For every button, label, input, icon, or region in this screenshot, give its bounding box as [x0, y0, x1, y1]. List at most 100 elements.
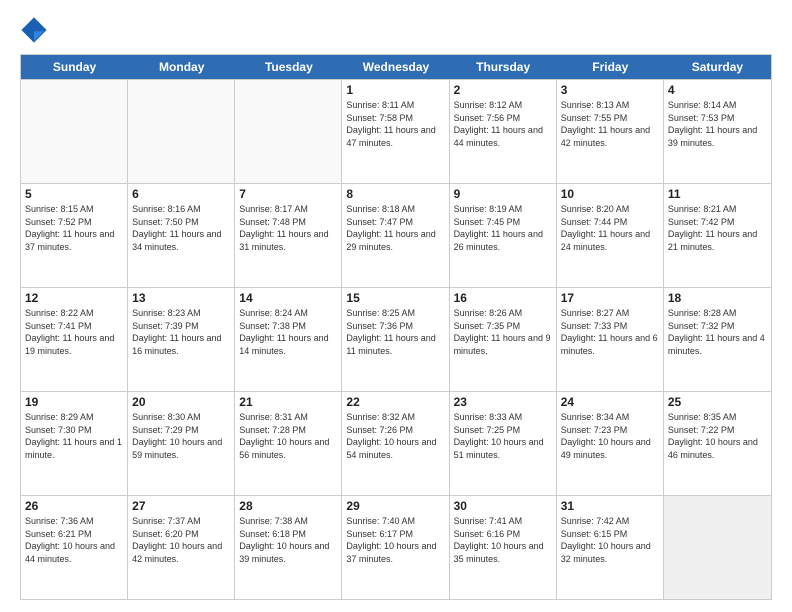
week-row-2: 5 Sunrise: 8:15 AM Sunset: 7:52 PM Daylig… — [21, 183, 771, 287]
day-number: 20 — [132, 395, 230, 409]
day-info: Sunrise: 8:18 AM Sunset: 7:47 PM Dayligh… — [346, 203, 444, 253]
day-cell-9: 9 Sunrise: 8:19 AM Sunset: 7:45 PM Daylig… — [450, 184, 557, 287]
day-info: Sunrise: 8:27 AM Sunset: 7:33 PM Dayligh… — [561, 307, 659, 357]
day-cell-23: 23Sunrise: 8:33 AM Sunset: 7:25 PM Dayli… — [450, 392, 557, 495]
day-cell-12: 12 Sunrise: 8:22 AM Sunset: 7:41 PM Dayli… — [21, 288, 128, 391]
day-number: 16 — [454, 291, 552, 305]
day-cell-3: 3 Sunrise: 8:13 AM Sunset: 7:55 PM Daylig… — [557, 80, 664, 183]
day-number: 9 — [454, 187, 552, 201]
day-info: Sunrise: 7:36 AM Sunset: 6:21 PM Dayligh… — [25, 515, 123, 565]
day-cell-empty-0-0 — [21, 80, 128, 183]
day-info: Sunrise: 7:41 AM Sunset: 6:16 PM Dayligh… — [454, 515, 552, 565]
day-number: 29 — [346, 499, 444, 513]
week-row-1: 1 Sunrise: 8:11 AM Sunset: 7:58 PM Daylig… — [21, 79, 771, 183]
day-number: 10 — [561, 187, 659, 201]
weekday-header-saturday: Saturday — [664, 55, 771, 79]
day-cell-31: 31 Sunrise: 7:42 AM Sunset: 6:15 PM Dayli… — [557, 496, 664, 599]
day-cell-5: 5 Sunrise: 8:15 AM Sunset: 7:52 PM Daylig… — [21, 184, 128, 287]
day-cell-10: 10 Sunrise: 8:20 AM Sunset: 7:44 PM Dayli… — [557, 184, 664, 287]
day-cell-16: 16Sunrise: 8:26 AM Sunset: 7:35 PM Dayli… — [450, 288, 557, 391]
day-info: Sunrise: 8:32 AM Sunset: 7:26 PM Dayligh… — [346, 411, 444, 461]
day-number: 21 — [239, 395, 337, 409]
weekday-header-monday: Monday — [128, 55, 235, 79]
day-cell-28: 28 Sunrise: 7:38 AM Sunset: 6:18 PM Dayli… — [235, 496, 342, 599]
weekday-header-tuesday: Tuesday — [235, 55, 342, 79]
week-row-3: 12 Sunrise: 8:22 AM Sunset: 7:41 PM Dayli… — [21, 287, 771, 391]
day-number: 31 — [561, 499, 659, 513]
day-number: 1 — [346, 83, 444, 97]
day-info: Sunrise: 8:15 AM Sunset: 7:52 PM Dayligh… — [25, 203, 123, 253]
day-number: 26 — [25, 499, 123, 513]
day-number: 2 — [454, 83, 552, 97]
day-info: Sunrise: 8:17 AM Sunset: 7:48 PM Dayligh… — [239, 203, 337, 253]
day-cell-24: 24 Sunrise: 8:34 AM Sunset: 7:23 PM Dayli… — [557, 392, 664, 495]
day-number: 8 — [346, 187, 444, 201]
day-info: Sunrise: 8:30 AM Sunset: 7:29 PM Dayligh… — [132, 411, 230, 461]
week-row-4: 19 Sunrise: 8:29 AM Sunset: 7:30 PM Dayli… — [21, 391, 771, 495]
day-info: Sunrise: 7:40 AM Sunset: 6:17 PM Dayligh… — [346, 515, 444, 565]
day-info: Sunrise: 8:25 AM Sunset: 7:36 PM Dayligh… — [346, 307, 444, 357]
day-info: Sunrise: 8:24 AM Sunset: 7:38 PM Dayligh… — [239, 307, 337, 357]
day-number: 18 — [668, 291, 767, 305]
day-number: 19 — [25, 395, 123, 409]
day-cell-1: 1 Sunrise: 8:11 AM Sunset: 7:58 PM Daylig… — [342, 80, 449, 183]
calendar-header: SundayMondayTuesdayWednesdayThursdayFrid… — [21, 55, 771, 79]
day-info: Sunrise: 8:13 AM Sunset: 7:55 PM Dayligh… — [561, 99, 659, 149]
day-number: 17 — [561, 291, 659, 305]
day-info: Sunrise: 7:42 AM Sunset: 6:15 PM Dayligh… — [561, 515, 659, 565]
day-info: Sunrise: 7:38 AM Sunset: 6:18 PM Dayligh… — [239, 515, 337, 565]
day-cell-29: 29 Sunrise: 7:40 AM Sunset: 6:17 PM Dayli… — [342, 496, 449, 599]
day-info: Sunrise: 8:21 AM Sunset: 7:42 PM Dayligh… — [668, 203, 767, 253]
day-info: Sunrise: 7:37 AM Sunset: 6:20 PM Dayligh… — [132, 515, 230, 565]
day-info: Sunrise: 8:34 AM Sunset: 7:23 PM Dayligh… — [561, 411, 659, 461]
day-info: Sunrise: 8:20 AM Sunset: 7:44 PM Dayligh… — [561, 203, 659, 253]
logo-icon — [20, 16, 48, 44]
day-info: Sunrise: 8:29 AM Sunset: 7:30 PM Dayligh… — [25, 411, 123, 461]
day-cell-22: 22Sunrise: 8:32 AM Sunset: 7:26 PM Dayli… — [342, 392, 449, 495]
day-cell-30: 30 Sunrise: 7:41 AM Sunset: 6:16 PM Dayli… — [450, 496, 557, 599]
day-info: Sunrise: 8:22 AM Sunset: 7:41 PM Dayligh… — [25, 307, 123, 357]
day-number: 12 — [25, 291, 123, 305]
day-cell-empty-0-2 — [235, 80, 342, 183]
day-cell-4: 4Sunrise: 8:14 AM Sunset: 7:53 PM Daylig… — [664, 80, 771, 183]
day-cell-6: 6Sunrise: 8:16 AM Sunset: 7:50 PM Daylig… — [128, 184, 235, 287]
day-info: Sunrise: 8:28 AM Sunset: 7:32 PM Dayligh… — [668, 307, 767, 357]
weekday-header-friday: Friday — [557, 55, 664, 79]
day-number: 3 — [561, 83, 659, 97]
day-number: 13 — [132, 291, 230, 305]
day-cell-2: 2 Sunrise: 8:12 AM Sunset: 7:56 PM Daylig… — [450, 80, 557, 183]
weekday-header-thursday: Thursday — [450, 55, 557, 79]
day-number: 30 — [454, 499, 552, 513]
header — [20, 16, 772, 44]
day-number: 28 — [239, 499, 337, 513]
day-cell-13: 13Sunrise: 8:23 AM Sunset: 7:39 PM Dayli… — [128, 288, 235, 391]
day-number: 11 — [668, 187, 767, 201]
day-cell-19: 19 Sunrise: 8:29 AM Sunset: 7:30 PM Dayli… — [21, 392, 128, 495]
day-cell-26: 26 Sunrise: 7:36 AM Sunset: 6:21 PM Dayli… — [21, 496, 128, 599]
day-cell-empty-0-1 — [128, 80, 235, 183]
day-info: Sunrise: 8:11 AM Sunset: 7:58 PM Dayligh… — [346, 99, 444, 149]
day-number: 7 — [239, 187, 337, 201]
day-number: 25 — [668, 395, 767, 409]
day-cell-18: 18 Sunrise: 8:28 AM Sunset: 7:32 PM Dayli… — [664, 288, 771, 391]
day-cell-17: 17 Sunrise: 8:27 AM Sunset: 7:33 PM Dayli… — [557, 288, 664, 391]
day-cell-7: 7 Sunrise: 8:17 AM Sunset: 7:48 PM Daylig… — [235, 184, 342, 287]
day-number: 5 — [25, 187, 123, 201]
day-number: 14 — [239, 291, 337, 305]
day-cell-14: 14 Sunrise: 8:24 AM Sunset: 7:38 PM Dayli… — [235, 288, 342, 391]
day-number: 24 — [561, 395, 659, 409]
day-info: Sunrise: 8:19 AM Sunset: 7:45 PM Dayligh… — [454, 203, 552, 253]
day-cell-27: 27 Sunrise: 7:37 AM Sunset: 6:20 PM Dayli… — [128, 496, 235, 599]
day-cell-11: 11 Sunrise: 8:21 AM Sunset: 7:42 PM Dayli… — [664, 184, 771, 287]
day-cell-empty-4-6 — [664, 496, 771, 599]
day-info: Sunrise: 8:14 AM Sunset: 7:53 PM Dayligh… — [668, 99, 767, 149]
day-number: 15 — [346, 291, 444, 305]
weekday-header-sunday: Sunday — [21, 55, 128, 79]
calendar-body: 1 Sunrise: 8:11 AM Sunset: 7:58 PM Daylig… — [21, 79, 771, 599]
day-number: 27 — [132, 499, 230, 513]
day-info: Sunrise: 8:33 AM Sunset: 7:25 PM Dayligh… — [454, 411, 552, 461]
weekday-header-wednesday: Wednesday — [342, 55, 449, 79]
day-number: 6 — [132, 187, 230, 201]
logo — [20, 16, 50, 44]
day-info: Sunrise: 8:12 AM Sunset: 7:56 PM Dayligh… — [454, 99, 552, 149]
